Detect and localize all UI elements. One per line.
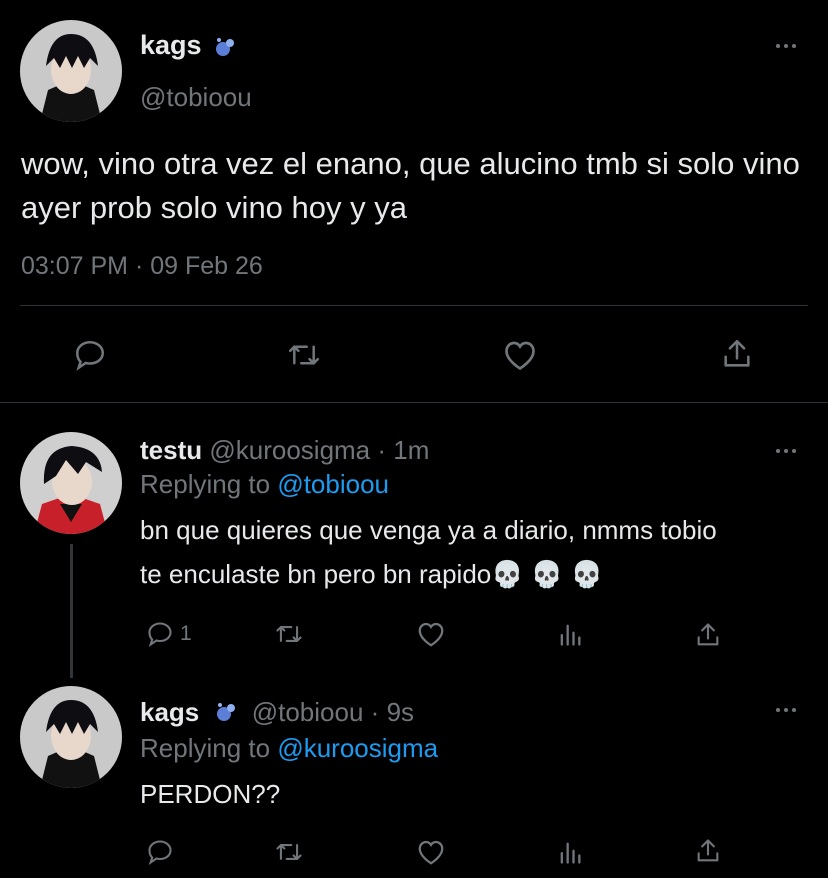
reply-text: PERDON?? (140, 779, 281, 809)
more-dots-icon[interactable] (776, 44, 796, 48)
separator: · (377, 435, 387, 465)
replying-prefix: Replying to (140, 733, 271, 763)
reply-count: 1 (180, 622, 192, 645)
analytics-icon[interactable] (556, 620, 584, 648)
reply-text-line1: bn que quieres que venga ya a diario, nm… (140, 515, 717, 545)
avatar[interactable] (20, 432, 122, 534)
replying-handle[interactable]: @tobioou (277, 469, 389, 499)
reply-icon[interactable] (73, 338, 107, 372)
replying-handle[interactable]: @kuroosigma (277, 733, 438, 763)
reply-header: kags @tobioou · 9s (140, 697, 414, 728)
more-dots-icon[interactable] (776, 449, 796, 453)
reply-button[interactable]: 1 (146, 620, 192, 648)
display-name[interactable]: testu (140, 435, 202, 465)
reply-icon (146, 620, 174, 648)
share-icon[interactable] (720, 336, 754, 372)
handle[interactable]: @kuroosigma (209, 435, 370, 465)
handle[interactable]: @tobioou (252, 697, 364, 727)
like-icon[interactable] (502, 338, 538, 372)
separator: · (134, 252, 144, 280)
like-icon[interactable] (416, 838, 446, 866)
handle[interactable]: @tobioou (140, 82, 252, 113)
more-dots-icon[interactable] (776, 708, 796, 712)
sparkle-emoji-icon (212, 34, 238, 60)
sparkle-emoji-icon (213, 699, 239, 725)
replying-to: Replying to @tobioou (140, 469, 389, 500)
separator: · (370, 697, 380, 727)
share-icon[interactable] (694, 836, 722, 866)
retweet-icon[interactable] (286, 338, 322, 372)
reply-text-line2: te enculaste bn pero bn rapido💀 💀 💀 (140, 559, 603, 589)
retweet-icon[interactable] (274, 838, 304, 866)
divider (0, 402, 828, 403)
timestamp: 03:07 PM · 09 Feb 26 (21, 252, 263, 281)
date[interactable]: 09 Feb 26 (150, 252, 263, 280)
thread-line (70, 544, 73, 678)
display-name[interactable]: kags (140, 30, 202, 61)
reply-icon[interactable] (146, 838, 174, 866)
display-name[interactable]: kags (140, 697, 199, 727)
age[interactable]: 9s (387, 697, 414, 727)
divider (20, 305, 808, 306)
reply-header: testu @kuroosigma · 1m (140, 435, 429, 466)
retweet-icon[interactable] (274, 620, 304, 648)
replying-to: Replying to @kuroosigma (140, 733, 438, 764)
analytics-icon[interactable] (556, 838, 584, 866)
share-icon[interactable] (694, 620, 722, 650)
tweet-text: wow, vino otra vez el enano, que alucino… (21, 146, 800, 225)
age[interactable]: 1m (393, 435, 429, 465)
time[interactable]: 03:07 PM (21, 252, 128, 280)
avatar[interactable] (20, 20, 122, 122)
like-icon[interactable] (416, 620, 446, 648)
avatar[interactable] (20, 686, 122, 788)
replying-prefix: Replying to (140, 469, 271, 499)
